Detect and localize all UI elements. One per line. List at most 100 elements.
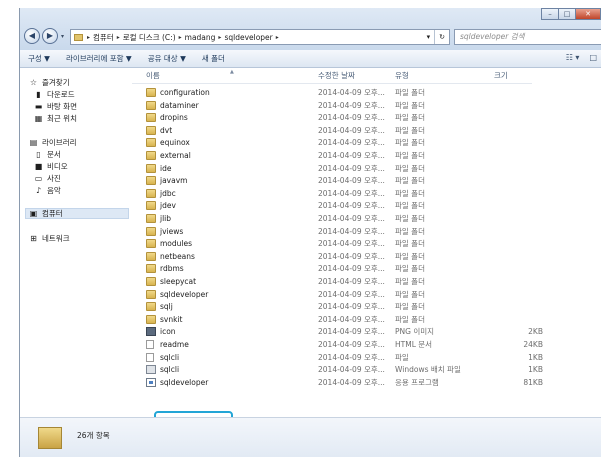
file-date: 2014-04-09 오후...: [318, 251, 385, 261]
file-row[interactable]: rdbms 2014-04-09 오후... 파일 폴더: [132, 263, 601, 274]
file-row[interactable]: equinox 2014-04-09 오후... 파일 폴더: [132, 137, 601, 148]
include-in-library-menu[interactable]: 라이브러리에 포함 ▼: [66, 53, 132, 64]
nav-documents-label: 문서: [47, 150, 61, 159]
file-date: 2014-04-09 오후...: [318, 377, 385, 387]
navigation-buttons: ◀ ▶ ▾: [24, 28, 64, 44]
file-list: 이름 ▲ 수정한 날짜 유형 크기 configuration 2014-04-0…: [132, 69, 601, 426]
file-name: dropins: [160, 113, 188, 123]
picture-icon: ▭: [34, 174, 43, 183]
computer-icon: ▣: [29, 209, 38, 218]
file-date: 2014-04-09 오후...: [318, 214, 385, 223]
file-row[interactable]: dataminer 2014-04-09 오후... 파일 폴더: [132, 100, 601, 111]
view-options-icon[interactable]: ☷ ▾: [566, 53, 580, 62]
file-row[interactable]: sqlcli 2014-04-09 오후... Windows 배치 파일 1KB: [132, 364, 601, 375]
nav-pictures[interactable]: ▭ 사진: [33, 173, 61, 184]
column-header-size[interactable]: 크기: [494, 69, 508, 83]
file-type: 파일 폴더: [395, 251, 425, 261]
file-date: 2014-04-09 오후...: [318, 100, 385, 110]
organize-menu[interactable]: 구성 ▼: [28, 53, 50, 64]
nav-recent-places[interactable]: ▦ 최근 위치: [33, 113, 77, 124]
nav-downloads-label: 다운로드: [47, 90, 75, 99]
breadcrumb-computer[interactable]: 컴퓨터: [93, 32, 114, 43]
file-row[interactable]: jlib 2014-04-09 오후... 파일 폴더: [132, 213, 601, 224]
nav-videos[interactable]: ■ 비디오: [33, 161, 68, 172]
file-row[interactable]: jdev 2014-04-09 오후... 파일 폴더: [132, 200, 601, 211]
breadcrumb-separator-icon[interactable]: ▸: [179, 34, 182, 41]
file-date: 2014-04-09 오후...: [318, 151, 385, 160]
maximize-button[interactable]: □: [558, 8, 576, 20]
nav-videos-label: 비디오: [47, 162, 68, 171]
back-arrow-icon[interactable]: ◀: [24, 28, 40, 44]
breadcrumb-local-disk[interactable]: 로컬 디스크 (C:): [123, 32, 176, 43]
file-name: svnkit: [160, 314, 183, 324]
breadcrumb-separator-icon[interactable]: ▸: [117, 34, 120, 41]
nav-downloads[interactable]: ▮ 다운로드: [33, 89, 75, 100]
navigation-pane: ☆ 즐겨찾기 ▮ 다운로드 ▬ 바탕 화면 ▦ 최근 위치 ▤ 라이브러리 ▯ …: [20, 69, 132, 417]
breadcrumb-sqldeveloper[interactable]: sqldeveloper: [224, 33, 272, 42]
nav-favorites[interactable]: ☆ 즐겨찾기: [28, 77, 70, 88]
file-date: 2014-04-09 오후...: [318, 277, 385, 286]
breadcrumb-separator-icon[interactable]: ▸: [87, 34, 90, 41]
file-row[interactable]: dropins 2014-04-09 오후... 파일 폴더: [132, 112, 601, 123]
nav-desktop[interactable]: ▬ 바탕 화면: [33, 101, 77, 112]
address-dropdown-icon[interactable]: ▾: [423, 33, 435, 41]
search-input[interactable]: sqldeveloper 검색: [454, 29, 601, 45]
column-header-name[interactable]: 이름: [146, 69, 160, 83]
file-row[interactable]: jdbc 2014-04-09 오후... 파일 폴더: [132, 188, 601, 199]
file-row[interactable]: javavm 2014-04-09 오후... 파일 폴더: [132, 175, 601, 186]
folder-icon: [146, 113, 156, 123]
file-row[interactable]: sqlj 2014-04-09 오후... 파일 폴더: [132, 301, 601, 312]
file-size: 1KB: [528, 365, 543, 375]
nav-music-label: 음악: [47, 186, 61, 195]
folder-icon: [146, 214, 156, 223]
refresh-icon[interactable]: ↻: [434, 30, 449, 44]
nav-computer[interactable]: ▣ 컴퓨터: [25, 208, 129, 219]
file-row[interactable]: ide 2014-04-09 오후... 파일 폴더: [132, 163, 601, 174]
nav-desktop-label: 바탕 화면: [47, 102, 77, 111]
breadcrumb-separator-icon[interactable]: ▸: [218, 34, 221, 41]
file-row[interactable]: readme 2014-04-09 오후... HTML 문서 24KB: [132, 339, 601, 350]
file-row[interactable]: configuration 2014-04-09 오후... 파일 폴더: [132, 87, 601, 98]
file-row[interactable]: modules 2014-04-09 오후... 파일 폴더: [132, 238, 601, 249]
file-name-cell: jdbc: [146, 188, 176, 199]
bat-file-icon: [146, 365, 156, 375]
file-type: 파일 폴더: [395, 176, 425, 186]
file-row[interactable]: sqlcli 2014-04-09 오후... 파일 1KB: [132, 352, 601, 363]
file-type: HTML 문서: [395, 340, 433, 349]
file-date: 2014-04-09 오후...: [318, 327, 385, 337]
nav-network[interactable]: ⊞ 네트워크: [28, 233, 69, 244]
new-folder-button[interactable]: 새 폴더: [202, 53, 225, 64]
file-row[interactable]: external 2014-04-09 오후... 파일 폴더: [132, 150, 601, 161]
minimize-button[interactable]: –: [541, 8, 559, 20]
forward-arrow-icon[interactable]: ▶: [42, 28, 58, 44]
close-button[interactable]: ✕: [575, 8, 601, 20]
file-name: configuration: [160, 88, 210, 97]
file-name: sqldeveloper: [160, 289, 209, 299]
file-row[interactable]: netbeans 2014-04-09 오후... 파일 폴더: [132, 251, 601, 262]
address-bar[interactable]: ▸ 컴퓨터 ▸ 로컬 디스크 (C:) ▸ madang ▸ sqldevelo…: [70, 29, 450, 45]
library-icon: ▤: [29, 138, 38, 147]
file-name: sqlj: [160, 302, 173, 312]
file-row[interactable]: sqldeveloper 2014-04-09 오후... 응용 프로그램 81KB: [132, 377, 601, 388]
file-date: 2014-04-09 오후...: [318, 352, 385, 362]
file-row[interactable]: dvt 2014-04-09 오후... 파일 폴더: [132, 125, 601, 136]
breadcrumb-madang[interactable]: madang: [185, 33, 216, 42]
column-header-date[interactable]: 수정한 날짜: [318, 69, 355, 83]
file-row[interactable]: svnkit 2014-04-09 오후... 파일 폴더: [132, 314, 601, 325]
file-row[interactable]: sleepycat 2014-04-09 오후... 파일 폴더: [132, 276, 601, 287]
file-name: sqlcli: [160, 365, 180, 375]
recent-pages-dropdown-icon[interactable]: ▾: [61, 33, 64, 40]
column-header-type[interactable]: 유형: [395, 69, 409, 83]
breadcrumb-separator-icon[interactable]: ▸: [276, 34, 279, 41]
file-name-cell: equinox: [146, 137, 190, 148]
nav-libraries[interactable]: ▤ 라이브러리: [28, 137, 77, 148]
file-row[interactable]: sqldeveloper 2014-04-09 오후... 파일 폴더: [132, 289, 601, 300]
file-row[interactable]: jviews 2014-04-09 오후... 파일 폴더: [132, 226, 601, 237]
file-file-icon: [146, 352, 154, 362]
file-row[interactable]: icon 2014-04-09 오후... PNG 이미지 2KB: [132, 326, 601, 337]
preview-pane-icon[interactable]: □: [589, 53, 597, 62]
nav-music[interactable]: ♪ 음악: [33, 185, 61, 196]
share-with-menu[interactable]: 공유 대상 ▼: [148, 53, 186, 64]
file-name-cell: netbeans: [146, 251, 195, 262]
nav-documents[interactable]: ▯ 문서: [33, 149, 61, 160]
